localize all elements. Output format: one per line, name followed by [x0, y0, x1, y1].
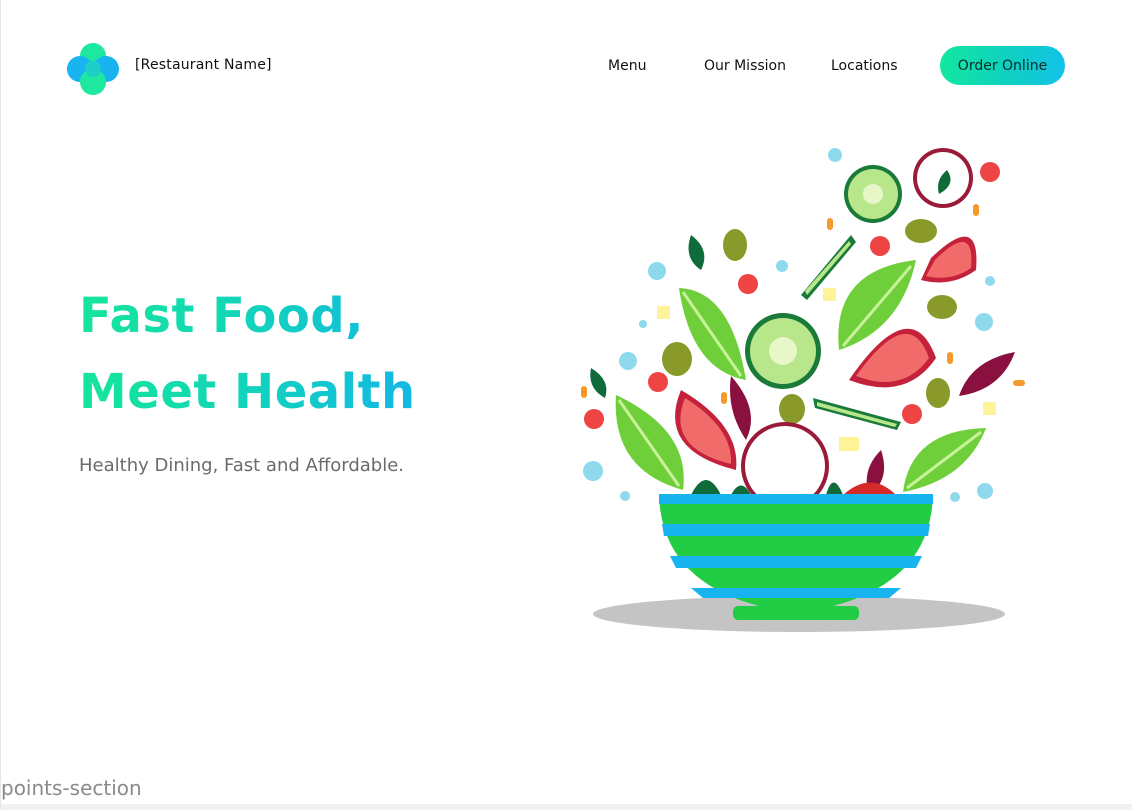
brand-name[interactable]: [Restaurant Name]: [135, 57, 272, 73]
landing-page: [Restaurant Name] Menu Our Mission Locat…: [0, 0, 1132, 810]
nav-link-our-mission[interactable]: Our Mission: [704, 58, 786, 74]
hero-subtitle: Healthy Dining, Fast and Affordable.: [79, 455, 404, 476]
page-bottom-divider: [1, 804, 1132, 810]
clover-logo-icon[interactable]: [67, 43, 119, 95]
nav-link-menu[interactable]: Menu: [608, 58, 646, 74]
hero-title-line-2: Meet Health: [79, 364, 416, 420]
nav-link-locations[interactable]: Locations: [831, 58, 898, 74]
salad-bowl-illustration: [571, 140, 1031, 640]
order-online-button[interactable]: Order Online: [940, 46, 1065, 85]
section-label: points-section: [1, 776, 142, 800]
hero-title: Fast Food, Meet Health: [79, 278, 416, 430]
hero-title-line-1: Fast Food,: [79, 288, 364, 344]
